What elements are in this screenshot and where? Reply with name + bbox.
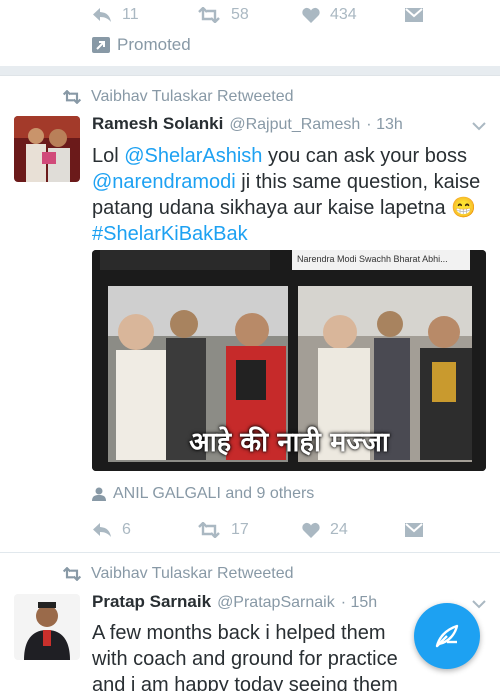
like-button[interactable]: 434: [302, 0, 357, 30]
retweet-context[interactable]: Vaibhav Tulaskar Retweeted: [62, 563, 293, 585]
tweet-time: · 13h: [366, 116, 403, 133]
liked-by-text: ANIL GALGALI and 9 others: [113, 485, 315, 502]
reply-count: 11: [122, 6, 139, 23]
chevron-down-icon: [472, 122, 486, 131]
promoted-label: Promoted: [92, 34, 191, 56]
compose-icon: [435, 624, 459, 648]
reply-icon: [93, 8, 111, 22]
media-caption: आहे की नाही मज्जा: [189, 427, 389, 458]
retweet-icon: [198, 7, 220, 23]
tweet-actions-top: 11 58 434: [0, 0, 500, 30]
retweet-count: 58: [231, 6, 249, 23]
chevron-down-icon: [472, 600, 486, 609]
direct-message-icon: [405, 8, 423, 22]
direct-message-button[interactable]: [405, 515, 423, 545]
tweet-header: Pratap Sarnaik @PratapSarnaik · 15h: [92, 592, 377, 616]
retweet-context[interactable]: Vaibhav Tulaskar Retweeted: [62, 86, 293, 108]
like-icon: [302, 522, 320, 538]
retweet-button[interactable]: 58: [197, 0, 249, 30]
liked-by[interactable]: ANIL GALGALI and 9 others: [92, 483, 314, 505]
hashtag-link[interactable]: #ShelarKiBakBak: [92, 223, 248, 245]
retweeted-by-text: Vaibhav Tulaskar Retweeted: [91, 565, 294, 582]
like-count: 434: [330, 6, 357, 23]
retweet-icon: [62, 567, 82, 581]
avatar-image: [14, 594, 80, 660]
reply-icon: [93, 523, 111, 537]
avatar[interactable]: [14, 594, 80, 660]
mention-link[interactable]: @narendramodi: [92, 171, 236, 193]
avatar[interactable]: [14, 116, 80, 182]
like-icon: [302, 7, 320, 23]
retweet-count: 17: [231, 521, 249, 538]
tweet-menu-button[interactable]: [472, 118, 486, 136]
direct-message-button[interactable]: [405, 0, 423, 30]
timeline-separator: [0, 66, 500, 76]
tweet-media[interactable]: Narendra Modi Swachh Bharat Abhi... आहे …: [92, 250, 486, 471]
tweet-text-part: Lol: [92, 145, 125, 167]
direct-message-icon: [405, 523, 423, 537]
tweet-text: Lol @ShelarAshish you can ask your boss @…: [92, 143, 488, 247]
tweet-text: A few months back i helped them with coa…: [92, 622, 398, 691]
reply-button[interactable]: 6: [92, 515, 131, 545]
mention-link[interactable]: @ShelarAshish: [124, 145, 262, 167]
compose-tweet-button[interactable]: [414, 603, 480, 669]
author-name[interactable]: Pratap Sarnaik: [92, 592, 211, 612]
tweet-menu-button[interactable]: [472, 596, 486, 614]
avatar-image: [14, 116, 80, 182]
author-handle[interactable]: @Rajput_Ramesh: [229, 116, 360, 134]
tweet-header: Ramesh Solanki @Rajput_Ramesh · 13h: [92, 114, 403, 138]
retweet-icon: [62, 90, 82, 104]
promoted-icon: [92, 37, 110, 53]
author-handle[interactable]: @PratapSarnaik: [217, 594, 335, 612]
author-name[interactable]: Ramesh Solanki: [92, 114, 223, 134]
like-button[interactable]: 24: [302, 515, 348, 545]
tweet-time: · 15h: [340, 594, 378, 611]
reply-button[interactable]: 11: [92, 0, 139, 30]
person-icon: [92, 487, 106, 501]
promoted-text: Promoted: [117, 35, 191, 54]
retweet-button[interactable]: 17: [197, 515, 249, 545]
tweet-text-part: you can ask your boss: [262, 145, 467, 167]
retweeted-by-text: Vaibhav Tulaskar Retweeted: [91, 88, 294, 105]
tweet-actions: 6 17 24: [0, 515, 500, 545]
like-count: 24: [330, 521, 348, 538]
media-strip-text: Narendra Modi Swachh Bharat Abhi...: [297, 254, 448, 264]
reply-count: 6: [122, 521, 131, 538]
retweet-icon: [198, 522, 220, 538]
tweet-divider: [0, 552, 500, 553]
